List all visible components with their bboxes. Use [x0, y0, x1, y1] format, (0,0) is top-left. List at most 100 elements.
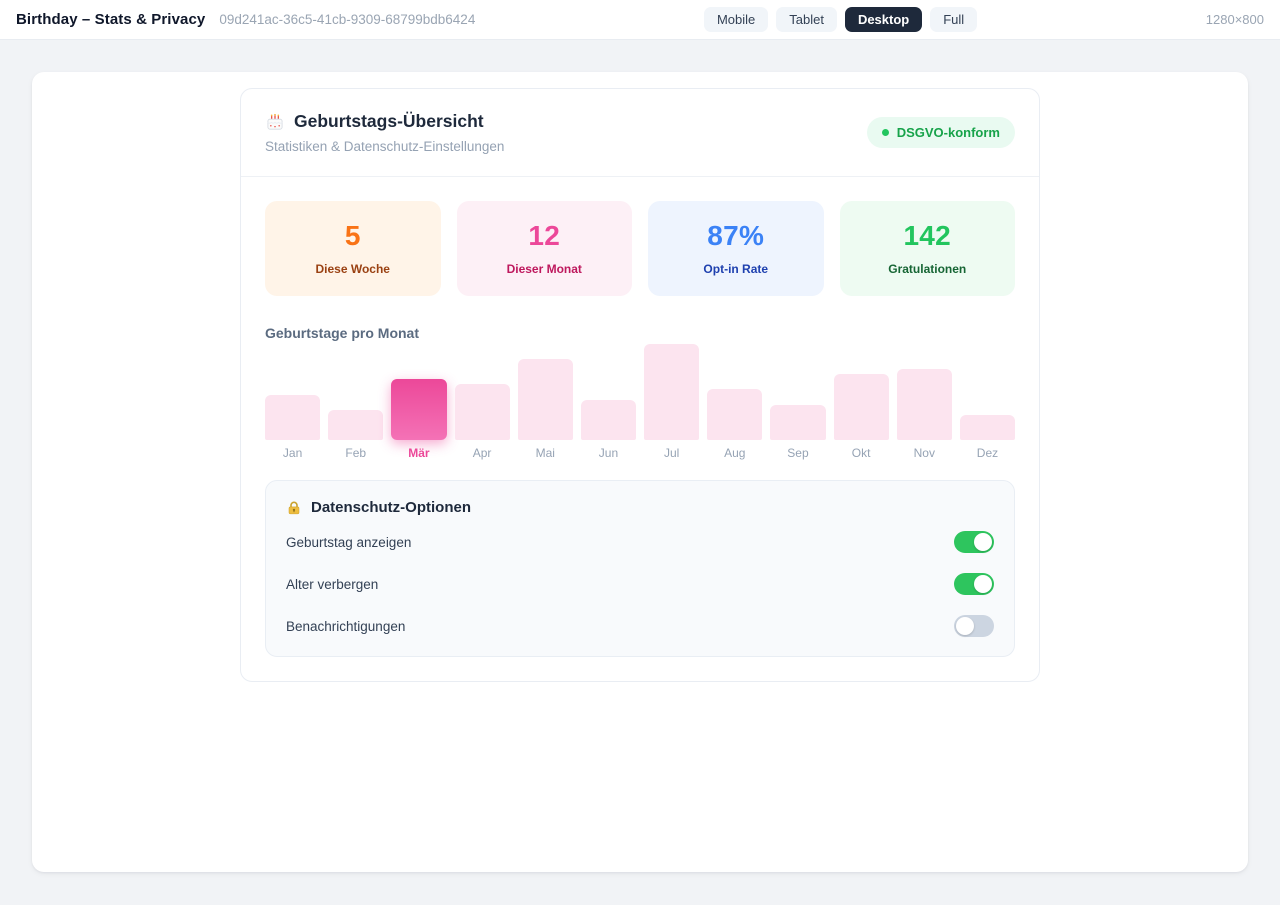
stat-value: 142 — [848, 220, 1008, 252]
chart-bar-jul — [644, 344, 699, 440]
bar-area — [644, 344, 699, 440]
chart-bar-nov — [897, 369, 952, 440]
privacy-rows: Geburtstag anzeigen Alter verbergen Benach… — [286, 526, 994, 642]
privacy-option-label: Alter verbergen — [286, 577, 378, 592]
chart-tick-label: Okt — [834, 446, 889, 460]
chart-tick-label: Jun — [581, 446, 636, 460]
chart-tick-label: Sep — [770, 446, 825, 460]
page-subtitle: Statistiken & Datenschutz-Einstellungen — [265, 139, 504, 154]
device-button-desktop[interactable]: Desktop — [845, 7, 922, 32]
chart-bar-apr — [455, 384, 510, 440]
bar-area — [391, 344, 446, 440]
window-title: Birthday – Stats & Privacy — [16, 11, 205, 28]
bar-area — [834, 344, 889, 440]
chart-column-nov: Nov — [897, 344, 952, 460]
toggle-knob — [974, 533, 992, 551]
chart-column-aug: Aug — [707, 344, 762, 460]
chart-bar-sep — [770, 405, 825, 440]
chart-column-mär: Mär — [391, 344, 446, 460]
device-button-full[interactable]: Full — [930, 7, 977, 32]
toggle-knob — [956, 617, 974, 635]
card-body: 5 Diese Woche 12 Dieser Monat 87% Opt-in Rate… — [241, 177, 1039, 681]
chart-bar-jan — [265, 395, 320, 440]
bar-area — [328, 344, 383, 440]
chart-column-feb: Feb — [328, 344, 383, 460]
chart-bar-aug — [707, 389, 762, 440]
status-dot-icon — [882, 129, 889, 136]
chart-column-sep: Sep — [770, 344, 825, 460]
chart-bar-jun — [581, 400, 636, 440]
stat-card-1: 12 Dieser Monat — [457, 201, 633, 296]
stat-card-2: 87% Opt-in Rate — [648, 201, 824, 296]
chart-column-jan: Jan — [265, 344, 320, 460]
stat-card-0: 5 Diese Woche — [265, 201, 441, 296]
bar-area — [770, 344, 825, 440]
chart-tick-label: Jan — [265, 446, 320, 460]
stat-value: 12 — [465, 220, 625, 252]
chart-column-mai: Mai — [518, 344, 573, 460]
chart-tick-label: Mai — [518, 446, 573, 460]
bar-area — [581, 344, 636, 440]
toggle-knob — [974, 575, 992, 593]
chart-title: Geburtstage pro Monat — [265, 325, 1015, 341]
chart-tick-label: Jul — [644, 446, 699, 460]
stat-value: 5 — [273, 220, 433, 252]
card-header-text: Geburtstags-Übersicht Statistiken & Date… — [265, 111, 504, 154]
top-bar: Birthday – Stats & Privacy 09d241ac-36c5… — [0, 0, 1280, 40]
session-uuid: 09d241ac-36c5-41cb-9309-68799bdb6424 — [219, 12, 475, 27]
birthday-overview-card: Geburtstags-Übersicht Statistiken & Date… — [240, 88, 1040, 682]
privacy-option-label: Benachrichtigungen — [286, 619, 405, 634]
chart-tick-label: Aug — [707, 446, 762, 460]
device-button-tablet[interactable]: Tablet — [776, 7, 837, 32]
bar-area — [455, 344, 510, 440]
stat-label: Opt-in Rate — [656, 262, 816, 276]
birthdays-per-month-chart: Jan Feb Mär Apr Mai Jun Jul Aug Sep Okt Nov Dez — [265, 344, 1015, 460]
preview-panel: Geburtstags-Übersicht Statistiken & Date… — [32, 72, 1248, 872]
device-button-mobile[interactable]: Mobile — [704, 7, 768, 32]
chart-bar-dez — [960, 415, 1015, 440]
privacy-options-box: Datenschutz-Optionen Geburtstag anzeigen… — [265, 480, 1015, 657]
card-header: Geburtstags-Übersicht Statistiken & Date… — [241, 89, 1039, 176]
topbar-left: Birthday – Stats & Privacy 09d241ac-36c5… — [16, 11, 475, 28]
stat-label: Gratulationen — [848, 262, 1008, 276]
bar-area — [707, 344, 762, 440]
dsgvo-badge-label: DSGVO-konform — [897, 125, 1000, 140]
stat-label: Diese Woche — [273, 262, 433, 276]
chart-column-jul: Jul — [644, 344, 699, 460]
bar-area — [518, 344, 573, 440]
chart-tick-label: Mär — [391, 446, 446, 460]
chart-tick-label: Dez — [960, 446, 1015, 460]
viewport-size-label: 1280×800 — [1206, 12, 1264, 27]
privacy-row-1: Alter verbergen — [286, 568, 994, 600]
chart-tick-label: Apr — [455, 446, 510, 460]
bar-area — [265, 344, 320, 440]
bar-area — [960, 344, 1015, 440]
stat-value: 87% — [656, 220, 816, 252]
page-title: Geburtstags-Übersicht — [294, 111, 484, 132]
bar-area — [897, 344, 952, 440]
stat-label: Dieser Monat — [465, 262, 625, 276]
chart-column-dez: Dez — [960, 344, 1015, 460]
toggle-alter-verbergen[interactable] — [954, 573, 994, 595]
toggle-benachrichtigungen[interactable] — [954, 615, 994, 637]
stats-grid: 5 Diese Woche 12 Dieser Monat 87% Opt-in Rate… — [265, 201, 1015, 296]
birthday-cake-icon — [265, 112, 285, 132]
chart-bar-mär — [391, 379, 446, 440]
dsgvo-badge: DSGVO-konform — [867, 117, 1015, 148]
privacy-section-title: Datenschutz-Optionen — [311, 499, 471, 516]
device-switcher: Mobile Tablet Desktop Full — [704, 7, 977, 32]
chart-tick-label: Nov — [897, 446, 952, 460]
privacy-row-2: Benachrichtigungen — [286, 610, 994, 642]
toggle-geburtstag-anzeigen[interactable] — [954, 531, 994, 553]
stat-card-3: 142 Gratulationen — [840, 201, 1016, 296]
chart-column-jun: Jun — [581, 344, 636, 460]
chart-bar-okt — [834, 374, 889, 440]
chart-bar-mai — [518, 359, 573, 440]
chart-tick-label: Feb — [328, 446, 383, 460]
privacy-row-0: Geburtstag anzeigen — [286, 526, 994, 558]
privacy-option-label: Geburtstag anzeigen — [286, 535, 411, 550]
lock-icon — [286, 500, 302, 516]
chart-bar-feb — [328, 410, 383, 440]
chart-column-okt: Okt — [834, 344, 889, 460]
chart-column-apr: Apr — [455, 344, 510, 460]
